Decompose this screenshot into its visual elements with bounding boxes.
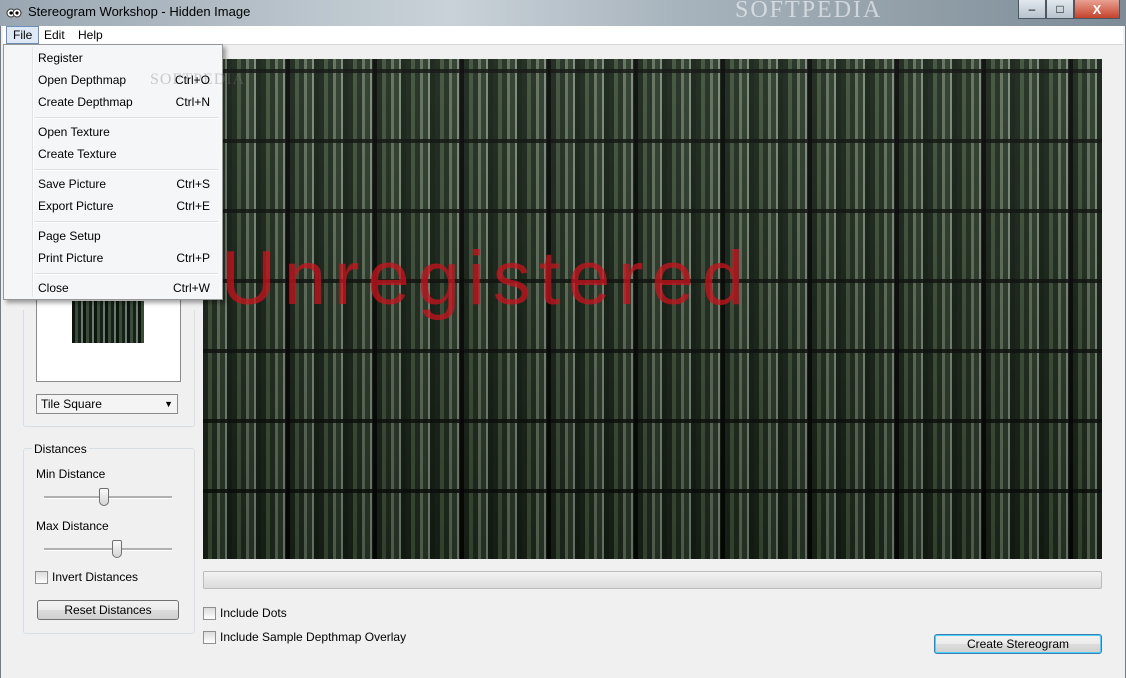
menu-separator: [34, 273, 218, 275]
menu-item-shortcut: Ctrl+W: [173, 281, 210, 295]
invert-distances-label: Invert Distances: [52, 570, 139, 584]
menu-item-export-picture[interactable]: Export Picture Ctrl+E: [38, 196, 210, 216]
create-stereogram-button[interactable]: Create Stereogram: [934, 634, 1102, 654]
minimize-button[interactable]: –: [1018, 0, 1046, 19]
slider-track: [44, 548, 172, 551]
chevron-down-icon: ▼: [164, 399, 173, 409]
menu-bar: File Edit Help: [3, 26, 1123, 45]
menu-item-close[interactable]: Close Ctrl+W: [38, 278, 210, 298]
include-overlay-checkbox[interactable]: Include Sample Depthmap Overlay: [203, 630, 406, 644]
menu-separator: [34, 169, 218, 171]
checkbox-box[interactable]: [35, 570, 48, 584]
menu-item-shortcut: Ctrl+O: [174, 73, 210, 87]
slider-thumb[interactable]: [112, 540, 122, 558]
menu-item-label: Create Texture: [38, 147, 117, 161]
menu-item-shortcut: Ctrl+N: [175, 95, 210, 109]
max-distance-slider[interactable]: [44, 538, 172, 560]
menu-edit[interactable]: Edit: [38, 26, 71, 44]
file-menu-dropdown: SOFTPEDIA Register Open Depthmap Ctrl+O …: [3, 44, 244, 300]
menu-separator: [34, 221, 218, 223]
maximize-icon: □: [1056, 2, 1064, 16]
min-distance-label: Min Distance: [36, 467, 106, 481]
menu-item-shortcut: Ctrl+P: [176, 251, 210, 265]
menu-item-label: Open Texture: [38, 125, 110, 139]
distances-legend: Distances: [32, 442, 89, 456]
menu-gutter: [32, 47, 34, 297]
menu-help[interactable]: Help: [72, 26, 109, 44]
menu-item-label: Create Depthmap: [38, 95, 133, 109]
texture-thumbnail: [72, 301, 144, 343]
menu-item-label: Page Setup: [38, 229, 101, 243]
reset-distances-button[interactable]: Reset Distances: [37, 600, 179, 620]
include-dots-checkbox[interactable]: Include Dots: [203, 606, 287, 620]
unregistered-watermark: Unregistered: [221, 236, 753, 321]
menu-item-create-depthmap[interactable]: Create Depthmap Ctrl+N: [38, 92, 210, 112]
menu-item-label: Save Picture: [38, 177, 107, 191]
close-button[interactable]: X: [1074, 0, 1120, 19]
tile-mode-select[interactable]: Tile Square ▼: [36, 394, 178, 414]
menu-item-shortcut: Ctrl+S: [176, 177, 210, 191]
menu-item-page-setup[interactable]: Page Setup: [38, 226, 210, 246]
menu-item-label: Close: [38, 281, 69, 295]
menu-item-label: Export Picture: [38, 199, 114, 213]
menu-item-print-picture[interactable]: Print Picture Ctrl+P: [38, 248, 210, 268]
menu-separator: [34, 117, 218, 119]
minimize-icon: –: [1028, 2, 1036, 16]
menu-item-shortcut: Ctrl+E: [176, 199, 210, 213]
texture-group: Tile Square ▼: [23, 294, 195, 427]
stereogram-preview[interactable]: Unregistered: [203, 59, 1102, 559]
tile-mode-value: Tile Square: [41, 397, 102, 411]
title-watermark: SOFTPEDIA: [735, 0, 883, 23]
distances-group: Distances Min Distance Max Distance Inve…: [23, 442, 195, 634]
menu-item-register[interactable]: Register: [38, 48, 210, 68]
menu-item-label: Print Picture: [38, 251, 104, 265]
max-distance-label: Max Distance: [36, 519, 109, 533]
menu-item-label: Open Depthmap: [38, 73, 127, 87]
menu-item-open-depthmap[interactable]: Open Depthmap Ctrl+O: [38, 70, 210, 90]
progress-bar: [203, 571, 1102, 589]
checkbox-box[interactable]: [203, 606, 216, 620]
min-distance-slider[interactable]: [44, 486, 172, 508]
app-eyes-icon: [6, 8, 22, 18]
checkbox-box[interactable]: [203, 630, 216, 644]
menu-file[interactable]: File: [6, 26, 40, 44]
invert-distances-checkbox[interactable]: Invert Distances: [35, 570, 138, 584]
menu-item-save-picture[interactable]: Save Picture Ctrl+S: [38, 174, 210, 194]
close-icon: X: [1092, 1, 1102, 17]
maximize-button[interactable]: □: [1046, 0, 1074, 19]
menu-item-create-texture[interactable]: Create Texture: [38, 144, 210, 164]
slider-thumb[interactable]: [99, 488, 109, 506]
menu-item-label: Register: [38, 51, 83, 65]
include-dots-label: Include Dots: [220, 606, 287, 620]
include-overlay-label: Include Sample Depthmap Overlay: [220, 630, 407, 644]
window-title: Stereogram Workshop - Hidden Image: [28, 4, 251, 19]
menu-item-open-texture[interactable]: Open Texture: [38, 122, 210, 142]
title-bar[interactable]: Stereogram Workshop - Hidden Image SOFTP…: [0, 0, 1126, 26]
texture-preview[interactable]: [36, 294, 181, 382]
